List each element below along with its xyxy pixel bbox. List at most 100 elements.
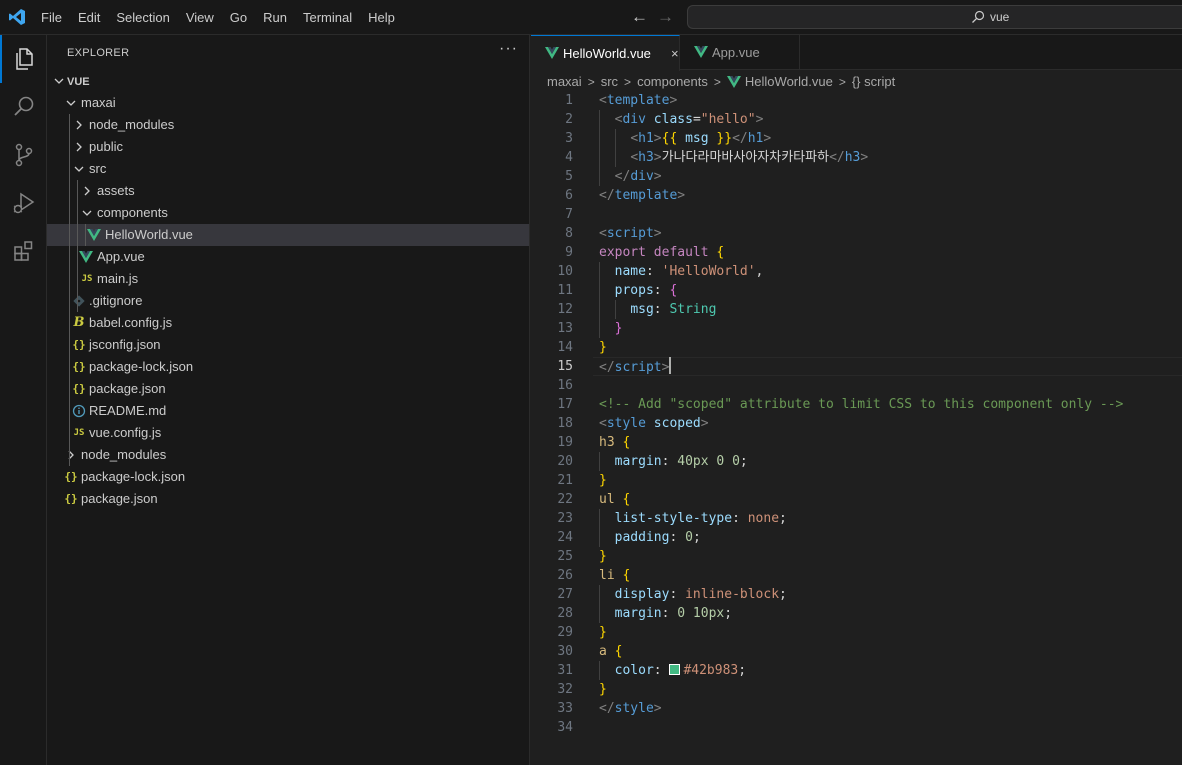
code-line: 17 <!-- Add "scoped" attribute to limit C… (531, 395, 1182, 414)
code-token: } (599, 625, 607, 640)
tree-item-label: vue.config.js (89, 425, 162, 440)
menu-help[interactable]: Help (360, 0, 403, 35)
tree-file[interactable]: HelloWorld.vue (47, 224, 529, 246)
breadcrumb-item[interactable]: src (601, 71, 618, 93)
menu-edit[interactable]: Edit (70, 0, 108, 35)
line-number: 32 (557, 682, 573, 697)
breadcrumb-item[interactable]: maxai (547, 71, 582, 93)
code-line: 8 <script> (531, 224, 1182, 243)
source-control-button[interactable] (0, 131, 47, 179)
workspace-root[interactable]: VUE (47, 70, 529, 92)
line-number: 34 (557, 720, 573, 735)
tab-helloworld-vue[interactable]: HelloWorld.vue × (531, 35, 680, 71)
menu-terminal[interactable]: Terminal (295, 0, 360, 35)
code-token: color (614, 663, 654, 678)
menu-run[interactable]: Run (255, 0, 295, 35)
text-cursor (669, 357, 672, 374)
tree-file[interactable]: {} jsconfig.json (47, 334, 529, 356)
code-line: 12 msg: String (531, 300, 1182, 319)
json-icon: {} (72, 382, 86, 395)
breadcrumb-item[interactable]: {} script (852, 71, 895, 93)
go-back-arrow-icon[interactable]: ← (631, 8, 648, 26)
tree-folder[interactable]: assets (47, 180, 529, 202)
code-line: 16 (531, 376, 1182, 395)
menu-view[interactable]: View (178, 0, 222, 35)
code-token: padding (614, 530, 670, 545)
vscode-logo-icon[interactable] (8, 8, 26, 26)
code-token: > (677, 188, 686, 203)
tree-folder[interactable]: src (47, 158, 529, 180)
code-text: <h1>{{ msg }}</h1> (599, 129, 771, 148)
code-token: : (653, 663, 670, 678)
chevron-down-icon (51, 73, 67, 89)
tree-item-label: App.vue (97, 249, 145, 264)
tree-file[interactable]: JS main.js (47, 268, 529, 290)
breadcrumb-item[interactable]: components (637, 71, 708, 93)
code-token: list-style-type (614, 511, 733, 526)
tree-item-label: HelloWorld.vue (105, 227, 193, 242)
code-text: </template> (599, 186, 685, 205)
code-line: 11 props: { (531, 281, 1182, 300)
chevron-right-icon: > (624, 75, 632, 89)
tree-file[interactable]: JS vue.config.js (47, 422, 529, 444)
chevron-down-icon (71, 161, 87, 177)
color-swatch[interactable] (669, 664, 681, 675)
code-text: props: { (599, 281, 678, 300)
code-token: > (653, 226, 662, 241)
close-icon[interactable]: × (671, 36, 679, 71)
tree-folder[interactable]: node_modules (47, 114, 529, 136)
tree-file[interactable]: Bbabel.config.js (47, 312, 529, 334)
editor-area: HelloWorld.vue × App.vue maxai > src > c… (531, 35, 1182, 765)
command-center-search[interactable]: vue (687, 5, 1182, 29)
tree-file[interactable]: App.vue (47, 246, 529, 268)
command-center-label: vue (990, 10, 1010, 24)
tree-file[interactable]: README.md (47, 400, 529, 422)
tree-item-label: package.json (81, 491, 158, 506)
more-actions-icon[interactable]: ··· (499, 40, 518, 58)
line-number: 19 (557, 435, 573, 450)
code-token: name (614, 264, 646, 279)
menu-go[interactable]: Go (222, 0, 255, 35)
code-token: h1 (638, 131, 654, 146)
tree-file[interactable]: {} package-lock.json (47, 466, 529, 488)
indent-guide (599, 585, 600, 623)
code-text: list-style-type: none; (599, 509, 787, 528)
code-token: div (622, 112, 654, 127)
tree-folder[interactable]: node_modules (47, 444, 529, 466)
code-line: 23 list-style-type: none; (531, 509, 1182, 528)
search-button[interactable] (0, 83, 47, 131)
line-number: 18 (557, 416, 573, 431)
code-line: 25} (531, 547, 1182, 566)
code-line: 15 </script> (531, 357, 1182, 376)
code-token: : (653, 302, 670, 317)
tree-item-label: node_modules (81, 447, 167, 462)
line-number: 31 (557, 663, 573, 678)
go-forward-arrow-icon[interactable]: → (657, 8, 674, 26)
line-number: 14 (557, 340, 573, 355)
code-token: "hello" (700, 112, 756, 127)
breadcrumb-item[interactable]: HelloWorld.vue (745, 71, 833, 93)
explorer-button[interactable] (0, 35, 47, 83)
tree-file[interactable]: {} package.json (47, 488, 529, 510)
code-line: 18 <style scoped> (531, 414, 1182, 433)
tab-label: App.vue (712, 45, 760, 60)
tree-file[interactable]: .gitignore (47, 290, 529, 312)
tree-file[interactable]: {} package-lock.json (47, 356, 529, 378)
tree-folder[interactable]: components (47, 202, 529, 224)
extensions-button[interactable] (0, 227, 47, 275)
code-token: < (599, 416, 607, 431)
tree-folder[interactable]: public (47, 136, 529, 158)
menu-file[interactable]: File (33, 0, 70, 35)
line-number: 30 (557, 644, 573, 659)
code-text: } (599, 547, 607, 566)
tree-file[interactable]: {} package.json (47, 378, 529, 400)
tree-item-label: maxai (81, 95, 116, 110)
code-text: } (599, 319, 623, 338)
run-debug-button[interactable] (0, 179, 47, 227)
menu-selection[interactable]: Selection (108, 0, 177, 35)
code-token: ; (738, 663, 747, 678)
indent-guide (599, 262, 600, 338)
code-token: export default (599, 245, 717, 260)
tab-app-vue[interactable]: App.vue (680, 35, 800, 70)
tree-folder[interactable]: maxai (47, 92, 529, 114)
